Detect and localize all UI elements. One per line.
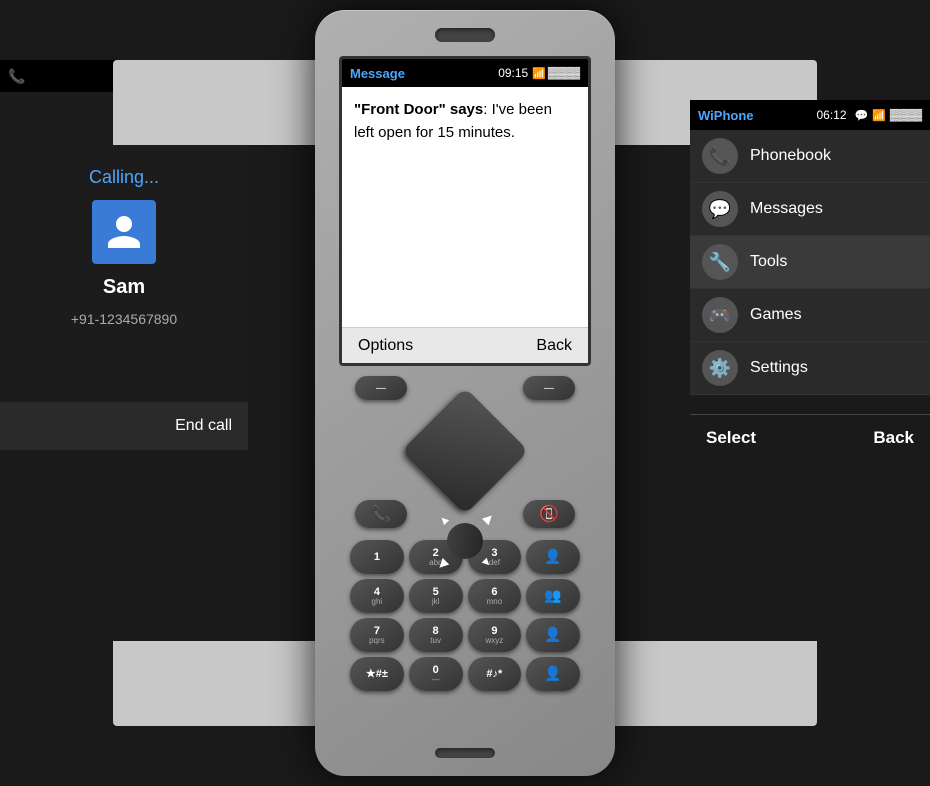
- phone-screen: Message 09:15 📶 ▓▓▓▓ "Front Door" says: …: [339, 56, 591, 366]
- dpad-right[interactable]: ▶: [480, 510, 496, 526]
- avatar: [92, 200, 156, 264]
- key-contact2[interactable]: 👥: [526, 579, 580, 613]
- top-speaker: [435, 28, 495, 42]
- phonebook-label: Phonebook: [750, 147, 831, 165]
- phonebook-icon: 📞: [702, 138, 738, 174]
- person-icon: [104, 212, 144, 252]
- nav-area: — — ▲ ▼ ◀ ▶ 📞 📵: [327, 376, 603, 534]
- key-contact3[interactable]: 👤: [526, 618, 580, 652]
- menu-panel: WiPhone 06:12 💬 📶 ▓▓▓▓ 📞 Phonebook 💬 Mes…: [690, 100, 930, 460]
- phone-body: Message 09:15 📶 ▓▓▓▓ "Front Door" says: …: [315, 10, 615, 776]
- end-call-button[interactable]: End call: [175, 417, 232, 435]
- messages-label: Messages: [750, 200, 823, 218]
- wiphone-brand: WiPhone: [698, 108, 812, 123]
- dpad-down[interactable]: ▼: [477, 553, 495, 571]
- menu-wifi-icon: 📶: [872, 109, 886, 122]
- games-icon: 🎮: [702, 297, 738, 333]
- menu-item-settings[interactable]: ⚙️ Settings: [690, 342, 930, 395]
- key-contact4[interactable]: 👤: [526, 657, 580, 691]
- key-contact1[interactable]: 👤: [526, 540, 580, 574]
- back-button[interactable]: Back: [536, 337, 572, 355]
- settings-icon: ⚙️: [702, 350, 738, 386]
- dpad-row: ▲ ▼ ◀ ▶: [420, 406, 510, 496]
- menu-item-tools[interactable]: 🔧 Tools: [690, 236, 930, 289]
- dpad[interactable]: ▲ ▼ ◀ ▶: [420, 406, 510, 496]
- tools-icon: 🔧: [702, 244, 738, 280]
- menu-bottom-bar: Select Back: [690, 414, 930, 460]
- menu-item-phonebook[interactable]: 📞 Phonebook: [690, 130, 930, 183]
- key-star[interactable]: ★#±: [350, 657, 404, 691]
- dpad-left[interactable]: ◀: [434, 556, 450, 572]
- key-9[interactable]: 9wxyz: [468, 618, 522, 652]
- key-8[interactable]: 8tuv: [409, 618, 463, 652]
- key-1[interactable]: 1: [350, 540, 404, 574]
- message-sender: "Front Door" says: [354, 101, 483, 118]
- messages-icon: 💬: [702, 191, 738, 227]
- menu-msg-icon: 💬: [855, 109, 869, 122]
- end-key[interactable]: 📵: [523, 500, 575, 528]
- options-button[interactable]: Options: [358, 337, 413, 355]
- bottom-speaker: [435, 748, 495, 758]
- menu-status-bar: WiPhone 06:12 💬 📶 ▓▓▓▓: [690, 100, 930, 130]
- calling-status-text: Calling...: [89, 167, 159, 188]
- screen-title: Message: [350, 66, 498, 81]
- screen-signal-icon: 📶: [532, 67, 546, 80]
- menu-time: 06:12: [816, 108, 846, 122]
- menu-back-button[interactable]: Back: [873, 428, 914, 448]
- games-label: Games: [750, 306, 802, 324]
- key-4[interactable]: 4ghi: [350, 579, 404, 613]
- dpad-up[interactable]: ▲: [435, 511, 453, 529]
- key-7[interactable]: 7pqrs: [350, 618, 404, 652]
- screen-content: "Front Door" says: I've been left open f…: [342, 87, 588, 327]
- message-display: "Front Door" says: I've been left open f…: [354, 99, 576, 144]
- menu-item-games[interactable]: 🎮 Games: [690, 289, 930, 342]
- left-soft-key[interactable]: —: [355, 376, 407, 400]
- menu-item-messages[interactable]: 💬 Messages: [690, 183, 930, 236]
- screen-bottom-bar: Options Back: [342, 327, 588, 363]
- settings-label: Settings: [750, 359, 808, 377]
- right-soft-key[interactable]: —: [523, 376, 575, 400]
- menu-items-list: 📞 Phonebook 💬 Messages 🔧 Tools 🎮 Games ⚙…: [690, 130, 930, 414]
- key-0[interactable]: 0—: [409, 657, 463, 691]
- tools-label: Tools: [750, 253, 787, 271]
- screen-status-bar: Message 09:15 📶 ▓▓▓▓: [342, 59, 588, 87]
- contact-name: Sam: [103, 276, 145, 299]
- end-call-bar: End call: [0, 402, 248, 450]
- screen-time: 09:15: [498, 66, 528, 80]
- phone-icon: 📞: [8, 68, 25, 85]
- call-key[interactable]: 📞: [355, 500, 407, 528]
- menu-battery-icon: ▓▓▓▓: [890, 109, 922, 121]
- key-hash[interactable]: #♪*: [468, 657, 522, 691]
- screen-battery-icon: ▓▓▓▓: [548, 67, 580, 79]
- contact-number: +91-1234567890: [71, 311, 177, 327]
- menu-select-button[interactable]: Select: [706, 428, 756, 448]
